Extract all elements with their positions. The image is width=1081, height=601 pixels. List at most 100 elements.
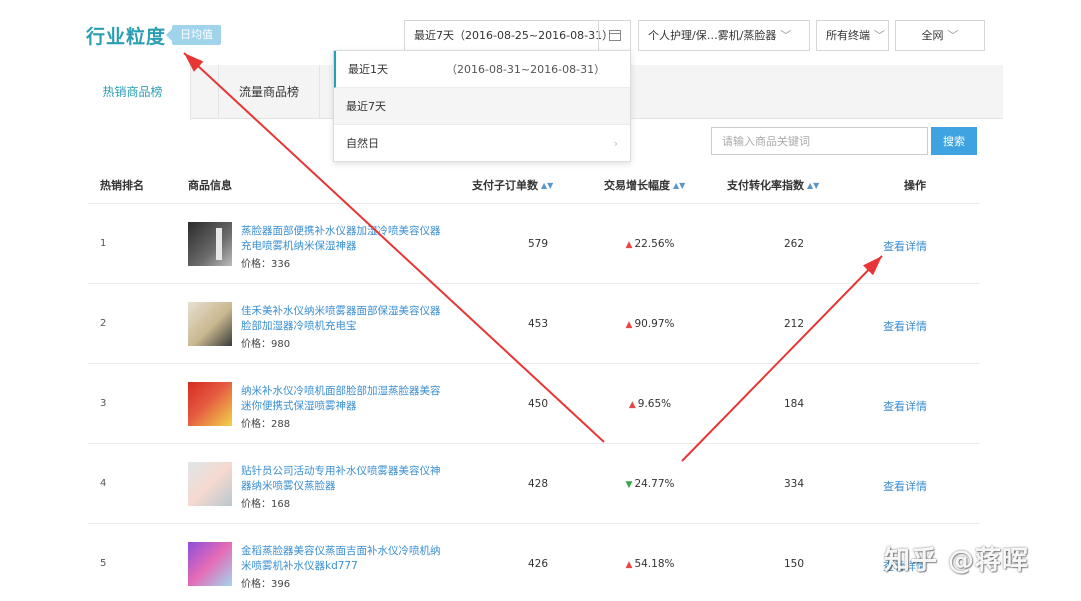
- tab-hot-sales[interactable]: 热销商品榜: [75, 65, 191, 120]
- conversion-cell: 184: [783, 398, 805, 410]
- date-range-value: 最近7天（2016-08-25~2016-08-31）: [414, 29, 614, 42]
- product-name-link[interactable]: 蒸脸器面部便携补水仪器加湿冷喷美容仪器充电喷雾机纳米保湿神器: [241, 224, 443, 254]
- date-dropdown-menu: 最近1天 （2016-08-31~2016-08-31） 最近7天 自然日 ›: [333, 50, 631, 162]
- product-name-link[interactable]: 纳米补水仪冷喷机面部脸部加湿蒸脸器美容迷你便携式保湿喷雾神器: [241, 384, 443, 414]
- product-thumbnail[interactable]: [188, 302, 232, 346]
- rank-cell: 3: [100, 398, 107, 409]
- rank-cell: 5: [100, 558, 107, 569]
- price-label: 价格：: [241, 499, 271, 510]
- price-label: 价格：: [241, 419, 271, 430]
- table-row: 2 佳禾美补水仪纳米喷雾器面部保湿美容仪器脸部加湿器冷喷机充电宝 价格：980 …: [88, 284, 980, 364]
- growth-value: 9.65%: [637, 398, 672, 410]
- product-name-link[interactable]: 佳禾美补水仪纳米喷雾器面部保湿美容仪器脸部加湿器冷喷机充电宝: [241, 304, 443, 334]
- product-thumbnail[interactable]: [188, 382, 232, 426]
- conversion-cell: 150: [783, 558, 805, 570]
- product-price: 价格：980: [241, 335, 290, 350]
- growth-value: 54.18%: [634, 558, 675, 570]
- growth-cell: ▲ 22.56%: [610, 238, 690, 250]
- product-name-link[interactable]: 贴针员公司活动专用补水仪喷雾器美容仪神器纳米喷雾仪蒸脸器: [241, 464, 443, 494]
- network-select[interactable]: 全网 ﹀: [895, 20, 985, 51]
- price-value: 980: [271, 339, 291, 350]
- conversion-cell: 262: [783, 238, 805, 250]
- dropdown-item-last-1-day[interactable]: 最近1天 （2016-08-31~2016-08-31）: [334, 51, 630, 88]
- product-price: 价格：396: [241, 575, 290, 590]
- chevron-right-icon: ›: [613, 137, 618, 150]
- view-details-link[interactable]: 查看详情: [883, 238, 927, 254]
- search-button[interactable]: 搜索: [931, 127, 977, 155]
- product-thumbnail[interactable]: [188, 462, 232, 506]
- column-header-action: 操作: [904, 179, 926, 192]
- column-header-orders[interactable]: 支付子订单数 ▲▼: [472, 177, 553, 193]
- growth-value: 24.77%: [634, 478, 675, 490]
- page-title: 行业粒度: [86, 26, 167, 48]
- growth-value: 22.56%: [634, 238, 675, 250]
- product-search-input[interactable]: [711, 127, 928, 155]
- price-value: 288: [271, 419, 291, 430]
- price-label: 价格：: [241, 259, 271, 270]
- price-label: 价格：: [241, 579, 271, 590]
- product-price: 价格：168: [241, 495, 290, 510]
- arrow-down-icon: ▼: [625, 480, 633, 490]
- column-header-product: 商品信息: [188, 179, 232, 192]
- conversion-cell: 212: [783, 318, 805, 330]
- view-details-link[interactable]: 查看详情: [883, 398, 927, 414]
- sort-icon[interactable]: ▲▼: [541, 181, 553, 190]
- rank-cell: 2: [100, 318, 107, 329]
- sort-icon[interactable]: ▲▼: [807, 181, 819, 190]
- rank-cell: 1: [100, 238, 107, 249]
- product-price: 价格：336: [241, 255, 290, 270]
- watermark: 知乎 @蒋晖: [884, 546, 1030, 576]
- network-value: 全网: [921, 29, 944, 42]
- category-select[interactable]: 个人护理/保…雾机/蒸脸器 ﹀: [638, 20, 810, 51]
- product-price: 价格：288: [241, 415, 290, 430]
- price-label: 价格：: [241, 339, 271, 350]
- price-value: 396: [271, 579, 291, 590]
- calendar-icon[interactable]: [598, 21, 630, 50]
- column-header-conversion[interactable]: 支付转化率指数 ▲▼: [727, 177, 819, 193]
- arrow-up-icon: ▲: [625, 240, 633, 250]
- arrow-up-icon: ▲: [625, 560, 633, 570]
- terminal-select[interactable]: 所有终端 ﹀: [816, 20, 889, 51]
- sort-icon[interactable]: ▲▼: [673, 181, 685, 190]
- dropdown-item-natural-day[interactable]: 自然日 ›: [334, 125, 630, 162]
- tab-traffic[interactable]: 流量商品榜: [218, 65, 320, 119]
- orders-cell: 450: [527, 398, 549, 410]
- orders-cell: 579: [527, 238, 549, 250]
- chevron-down-icon: ﹀: [780, 29, 792, 42]
- daily-average-tag: 日均值: [166, 25, 221, 45]
- chevron-down-icon: ﹀: [947, 29, 959, 42]
- product-thumbnail[interactable]: [188, 222, 232, 266]
- dropdown-item-label: 最近7天: [346, 100, 386, 113]
- dropdown-item-range: （2016-08-31~2016-08-31）: [446, 63, 606, 76]
- table-row: 4 贴针员公司活动专用补水仪喷雾器美容仪神器纳米喷雾仪蒸脸器 价格：168 42…: [88, 444, 980, 524]
- arrow-up-icon: ▲: [628, 400, 636, 410]
- growth-cell: ▲ 54.18%: [610, 558, 690, 570]
- orders-cell: 453: [527, 318, 549, 330]
- product-name-link[interactable]: 金稻蒸脸器美容仪蒸面吉面补水仪冷喷机纳米喷雾机补水仪器kd777: [241, 544, 443, 574]
- view-details-link[interactable]: 查看详情: [883, 478, 927, 494]
- price-value: 336: [271, 259, 291, 270]
- table-row: 1 蒸脸器面部便携补水仪器加湿冷喷美容仪器充电喷雾机纳米保湿神器 价格：336 …: [88, 204, 980, 284]
- table-row: 5 金稻蒸脸器美容仪蒸面吉面补水仪冷喷机纳米喷雾机补水仪器kd777 价格：39…: [88, 524, 980, 601]
- column-header-growth-label: 交易增长幅度: [604, 179, 670, 192]
- column-header-rank: 热销排名: [100, 179, 144, 192]
- orders-cell: 428: [527, 478, 549, 490]
- column-header-orders-label: 支付子订单数: [472, 179, 538, 192]
- terminal-value: 所有终端: [826, 29, 870, 42]
- growth-cell: ▲ 90.97%: [610, 318, 690, 330]
- rank-cell: 4: [100, 478, 107, 489]
- column-header-growth[interactable]: 交易增长幅度 ▲▼: [604, 177, 685, 193]
- date-range-select[interactable]: 最近7天（2016-08-25~2016-08-31）: [404, 20, 631, 51]
- price-value: 168: [271, 499, 291, 510]
- growth-cell: ▲ 9.65%: [610, 398, 690, 410]
- arrow-up-icon: ▲: [625, 320, 633, 330]
- column-header-conversion-label: 支付转化率指数: [727, 179, 804, 192]
- product-thumbnail[interactable]: [188, 542, 232, 586]
- dropdown-item-last-7-days[interactable]: 最近7天: [334, 88, 630, 125]
- orders-cell: 426: [527, 558, 549, 570]
- growth-cell: ▼ 24.77%: [610, 478, 690, 490]
- dropdown-item-label: 最近1天: [348, 63, 388, 76]
- conversion-cell: 334: [783, 478, 805, 490]
- table-row: 3 纳米补水仪冷喷机面部脸部加湿蒸脸器美容迷你便携式保湿喷雾神器 价格：288 …: [88, 364, 980, 444]
- view-details-link[interactable]: 查看详情: [883, 318, 927, 334]
